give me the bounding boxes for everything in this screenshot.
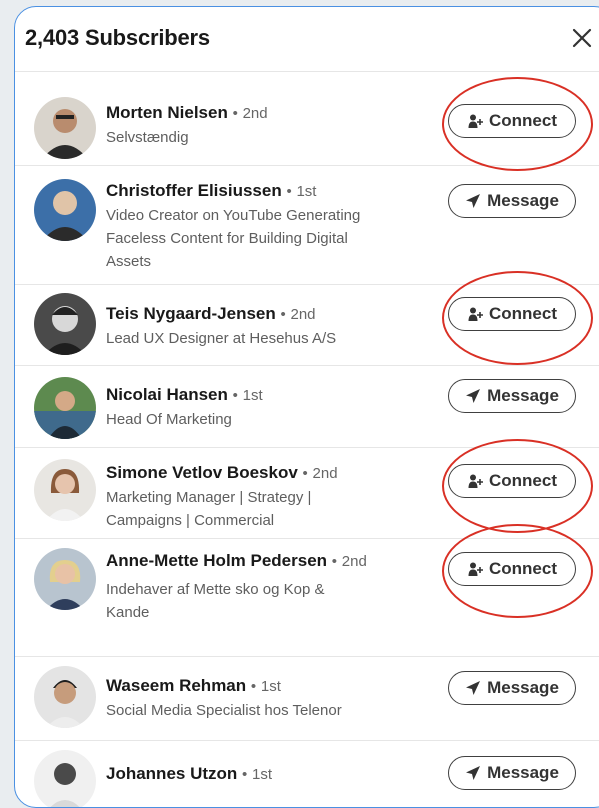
connection-degree: 1st — [296, 183, 317, 200]
subscriber-headline: Head Of Marketing — [106, 411, 232, 428]
connect-button[interactable]: Connect — [448, 297, 576, 331]
subscriber-row: Christoffer Elisiussen • 1st Video Creat… — [15, 165, 599, 285]
avatar[interactable] — [34, 548, 96, 610]
avatar[interactable] — [34, 179, 96, 241]
subscriber-row: Johannes Utzon • 1st Message — [15, 740, 599, 807]
connection-degree: 1st — [242, 387, 263, 404]
subscriber-name[interactable]: Simone Vetlov Boeskov — [106, 463, 298, 482]
subscriber-name[interactable]: Christoffer Elisiussen — [106, 181, 282, 200]
close-icon — [572, 28, 592, 48]
subscriber-row: Teis Nygaard-Jensen • 2nd Lead UX Design… — [15, 271, 599, 366]
subscriber-name[interactable]: Johannes Utzon — [106, 764, 237, 783]
add-person-icon — [467, 561, 483, 577]
subscriber-row: Nicolai Hansen • 1st Head Of Marketing M… — [15, 365, 599, 448]
subscriber-headline: Selvstændig — [106, 129, 189, 146]
subscriber-headline: Social Media Specialist hos Telenor — [106, 702, 342, 719]
connection-degree: 2nd — [290, 306, 316, 323]
send-message-icon — [465, 388, 481, 404]
connection-degree: 2nd — [242, 105, 268, 122]
dialog-header: 2,403 Subscribers — [15, 7, 599, 72]
message-button[interactable]: Message — [448, 671, 576, 705]
avatar[interactable] — [34, 293, 96, 355]
avatar[interactable] — [34, 666, 96, 728]
avatar[interactable] — [34, 459, 96, 521]
subscriber-row: Waseem Rehman • 1st Social Media Special… — [15, 656, 599, 741]
send-message-icon — [465, 680, 481, 696]
subscriber-row: Morten Nielsen • 2nd Selvstændig Connect — [15, 71, 599, 171]
connection-degree: 2nd — [312, 465, 338, 482]
message-button[interactable]: Message — [448, 756, 576, 790]
subscribers-dialog: 2,403 Subscribers Morten Nielsen • 2nd S… — [14, 6, 599, 808]
add-person-icon — [467, 473, 483, 489]
dialog-title: 2,403 Subscribers — [25, 25, 210, 50]
subscriber-headline: Video Creator on YouTube Generating Face… — [106, 207, 361, 270]
subscriber-headline: Lead UX Designer at Hesehus A/S — [106, 330, 337, 347]
add-person-icon — [467, 306, 483, 322]
subscriber-headline: Marketing Manager | Strategy | Campaigns… — [106, 489, 312, 529]
subscriber-name[interactable]: Nicolai Hansen — [106, 385, 228, 404]
avatar[interactable] — [34, 97, 96, 159]
subscriber-name[interactable]: Anne-Mette Holm Pedersen — [106, 551, 327, 570]
subscriber-name[interactable]: Morten Nielsen — [106, 103, 228, 122]
add-person-icon — [467, 113, 483, 129]
subscriber-name[interactable]: Waseem Rehman — [106, 676, 246, 695]
connect-button[interactable]: Connect — [448, 104, 576, 138]
connection-degree: 1st — [252, 766, 273, 783]
send-message-icon — [465, 193, 481, 209]
subscriber-headline: Indehaver af Mette sko og Kop & Kande — [106, 581, 325, 621]
avatar[interactable] — [34, 750, 96, 807]
subscriber-name[interactable]: Teis Nygaard-Jensen — [106, 304, 276, 323]
close-button[interactable] — [567, 23, 597, 53]
connection-degree: 2nd — [341, 553, 367, 570]
connect-button[interactable]: Connect — [448, 464, 576, 498]
message-button[interactable]: Message — [448, 379, 576, 413]
subscriber-row: Anne-Mette Holm Pedersen • 2nd Indehaver… — [15, 524, 599, 657]
connection-degree: 1st — [260, 678, 281, 695]
connect-button[interactable]: Connect — [448, 552, 576, 586]
avatar[interactable] — [34, 377, 96, 439]
subscriber-row: Simone Vetlov Boeskov • 2nd Marketing Ma… — [15, 439, 599, 539]
message-button[interactable]: Message — [448, 184, 576, 218]
